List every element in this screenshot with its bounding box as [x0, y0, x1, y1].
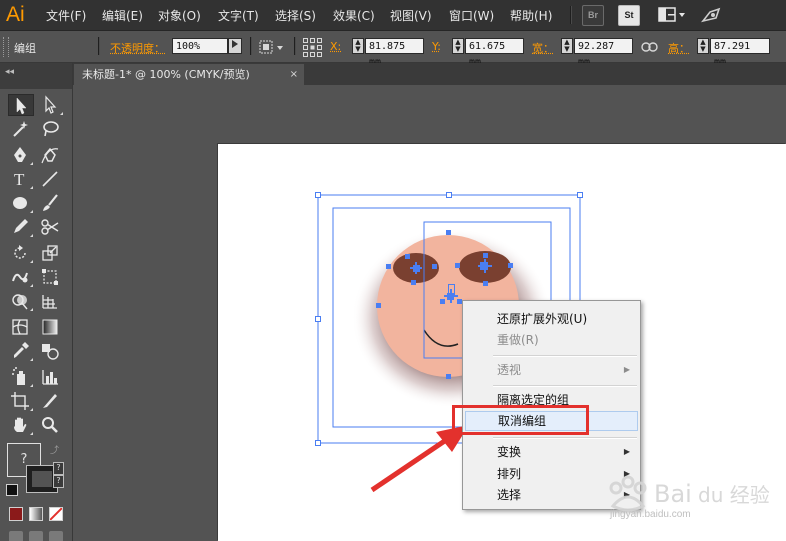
svg-text:Bai: Bai	[654, 480, 692, 508]
artwork-layer	[315, 192, 583, 493]
menu-separator	[493, 355, 637, 357]
menu-item-transform[interactable]: 变换 ▶	[465, 442, 638, 462]
submenu-arrow-icon: ▶	[623, 447, 630, 456]
menu-item-perspective[interactable]: 透视 ▶	[465, 360, 638, 380]
annotation-highlight-box	[452, 405, 589, 435]
menu-item-arrange-label: 排列	[497, 467, 522, 481]
menu-separator	[493, 385, 637, 387]
menu-item-perspective-label: 透视	[497, 363, 522, 377]
watermark-url: jingyan.baidu.com	[610, 509, 691, 520]
menu-item-transform-label: 变换	[497, 445, 522, 459]
submenu-arrow-icon: ▶	[623, 365, 630, 374]
menu-separator	[493, 437, 637, 439]
menu-item-undo-expand-appearance[interactable]: 还原扩展外观(U)	[465, 309, 638, 329]
menu-item-redo[interactable]: 重做(R)	[465, 330, 638, 350]
menu-item-select-label: 选择	[497, 488, 522, 502]
svg-text:du 经验: du 经验	[698, 483, 770, 507]
